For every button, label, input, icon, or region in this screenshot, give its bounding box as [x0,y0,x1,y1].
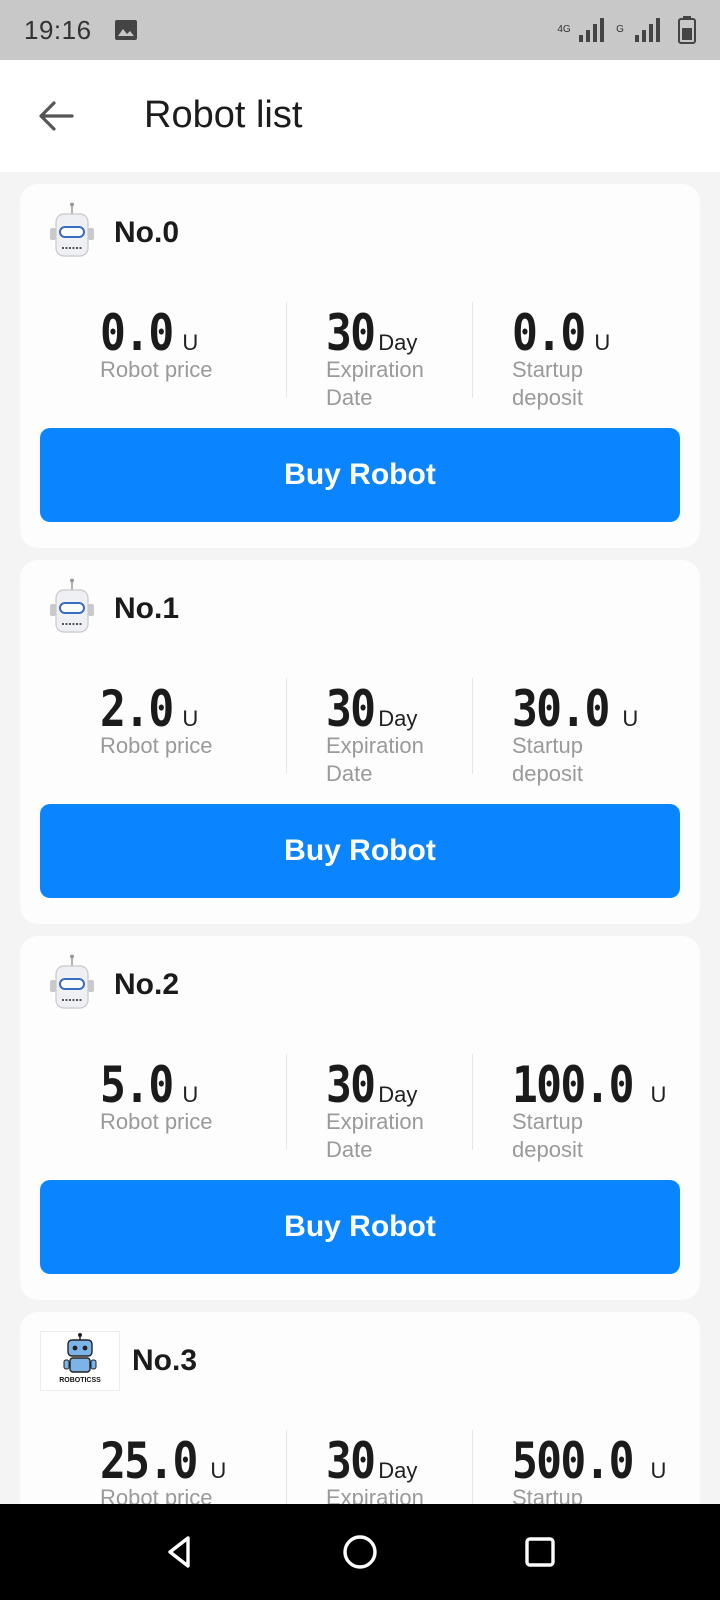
deposit-label: Startup deposit [512,733,583,786]
deposit-stat: 30.0 U Startup deposit [512,678,638,788]
svg-text:ROBOTICSS: ROBOTICSS [59,1377,101,1384]
expiration-stat: 30Day Expiration Date [326,1430,426,1504]
days-value: 30 [326,1056,376,1114]
arrow-left-icon [39,101,74,131]
gallery-icon [114,20,137,40]
days-value: 30 [326,304,376,362]
deposit-unit: U [650,1082,667,1107]
robot-list[interactable]: No.0 0.0 U Robot price 30 Day Expiration D… [0,172,720,1504]
robot-name: No.1 [114,592,180,625]
stat-divider [472,1430,473,1504]
robot-stats: 25.0U Robot price 30Day Expiration Date … [40,1430,680,1504]
expiration-stat: 30Day Expiration Date [326,678,426,788]
expiration-stat: 30Day Expiration Date [326,302,426,412]
robot-stats: 0.0 U Robot price 30 Day Expiration Date 0… [40,302,680,410]
robot-card: No.1 2.0 U Robot price 30 Day Expiration D… [20,560,700,924]
deposit-value: 500.0 [512,1432,635,1490]
card-header: No.1 [44,578,179,640]
robot-card: No.2 5.0 U Robot price 30 Day Expiration D… [20,936,700,1300]
signal-icon [579,18,604,42]
triangle-back-icon[interactable] [156,1528,204,1576]
robot-icon [44,954,100,1016]
robot-card: No.0 0.0 U Robot price 30 Day Expiration D… [20,184,700,548]
signal-icon-2 [635,18,660,42]
card-header: No.0 [44,202,179,264]
robot-icon [44,578,100,640]
robot-name: No.3 [132,1344,198,1377]
deposit-value: 0.0 [512,304,586,362]
price-value: 5.0 [100,1056,174,1114]
price-unit: U [210,1458,227,1483]
robot-name: No.2 [114,968,180,1001]
robot-card: ROBOTICSS No.3 25.0 U Robot price 30 Day E… [20,1312,700,1504]
card-header: No.2 [44,954,179,1016]
stat-divider [472,678,473,774]
page-title: Robot list [144,94,303,136]
price-value: 2.0 [100,680,174,738]
expiration-label: Expiration Date [326,1109,424,1162]
price-unit: U [182,706,199,731]
roboticss-logo-icon: ROBOTICSS [40,1331,120,1391]
buy-robot-button[interactable]: Buy Robot [40,804,680,898]
days-value: 30 [326,1432,376,1490]
battery-icon [678,16,696,44]
deposit-label: Startup deposit [512,357,583,410]
price-stat: 5.0 U Robot price [100,1054,213,1136]
stat-divider [286,678,287,774]
stat-divider [472,302,473,398]
deposit-stat: 100.0 U Startup deposit [512,1054,666,1164]
days-unit: Day [378,1082,418,1107]
price-stat: 2.0 U Robot price [100,678,213,760]
expiration-label: Expiration Date [326,733,424,786]
status-bar: 19:16 4G G [0,0,720,60]
circle-home-icon[interactable] [336,1528,384,1576]
price-stat: 25.0 U Robot price [100,1430,226,1504]
expiration-label: Expiration Date [326,357,424,410]
status-icons: 4G G [556,16,696,44]
deposit-unit: U [594,330,611,355]
buy-robot-button[interactable]: Buy Robot [40,428,680,522]
buy-robot-button[interactable]: Buy Robot [40,1180,680,1274]
network-type-label: 4G [557,24,571,35]
deposit-value: 100.0 [512,1056,635,1114]
price-unit: U [182,1082,199,1107]
days-unit: Day [378,706,418,731]
deposit-unit: U [650,1458,667,1483]
deposit-label: Startup deposit [512,1109,583,1162]
network-type-label-2: G [616,24,624,35]
robot-name: No.0 [114,216,180,249]
stat-divider [286,302,287,398]
days-unit: Day [378,330,418,355]
back-button[interactable] [34,94,78,138]
robot-icon [44,202,100,264]
deposit-stat: 0.0 U Startup deposit [512,302,610,412]
system-nav-bar [0,1504,720,1600]
price-unit: U [182,330,199,355]
robot-stats: 5.0 U Robot price 30 Day Expiration Date 1… [40,1054,680,1162]
square-recent-icon[interactable] [516,1528,564,1576]
expiration-stat: 30Day Expiration Date [326,1054,426,1164]
days-value: 30 [326,680,376,738]
status-time: 19:16 [24,14,92,45]
deposit-stat: 500.0U Startup deposit [512,1430,666,1504]
deposit-value: 30.0 [512,680,610,738]
stat-divider [472,1054,473,1150]
stat-divider [286,1430,287,1504]
deposit-unit: U [622,706,639,731]
app-bar: Robot list [0,60,720,172]
stat-divider [286,1054,287,1150]
price-stat: 0.0 U Robot price [100,302,213,384]
days-unit: Day [378,1458,418,1483]
card-header: ROBOTICSS No.3 [40,1330,198,1392]
robot-stats: 2.0 U Robot price 30 Day Expiration Date 3… [40,678,680,786]
price-value: 25.0 [100,1432,198,1490]
price-value: 0.0 [100,304,174,362]
